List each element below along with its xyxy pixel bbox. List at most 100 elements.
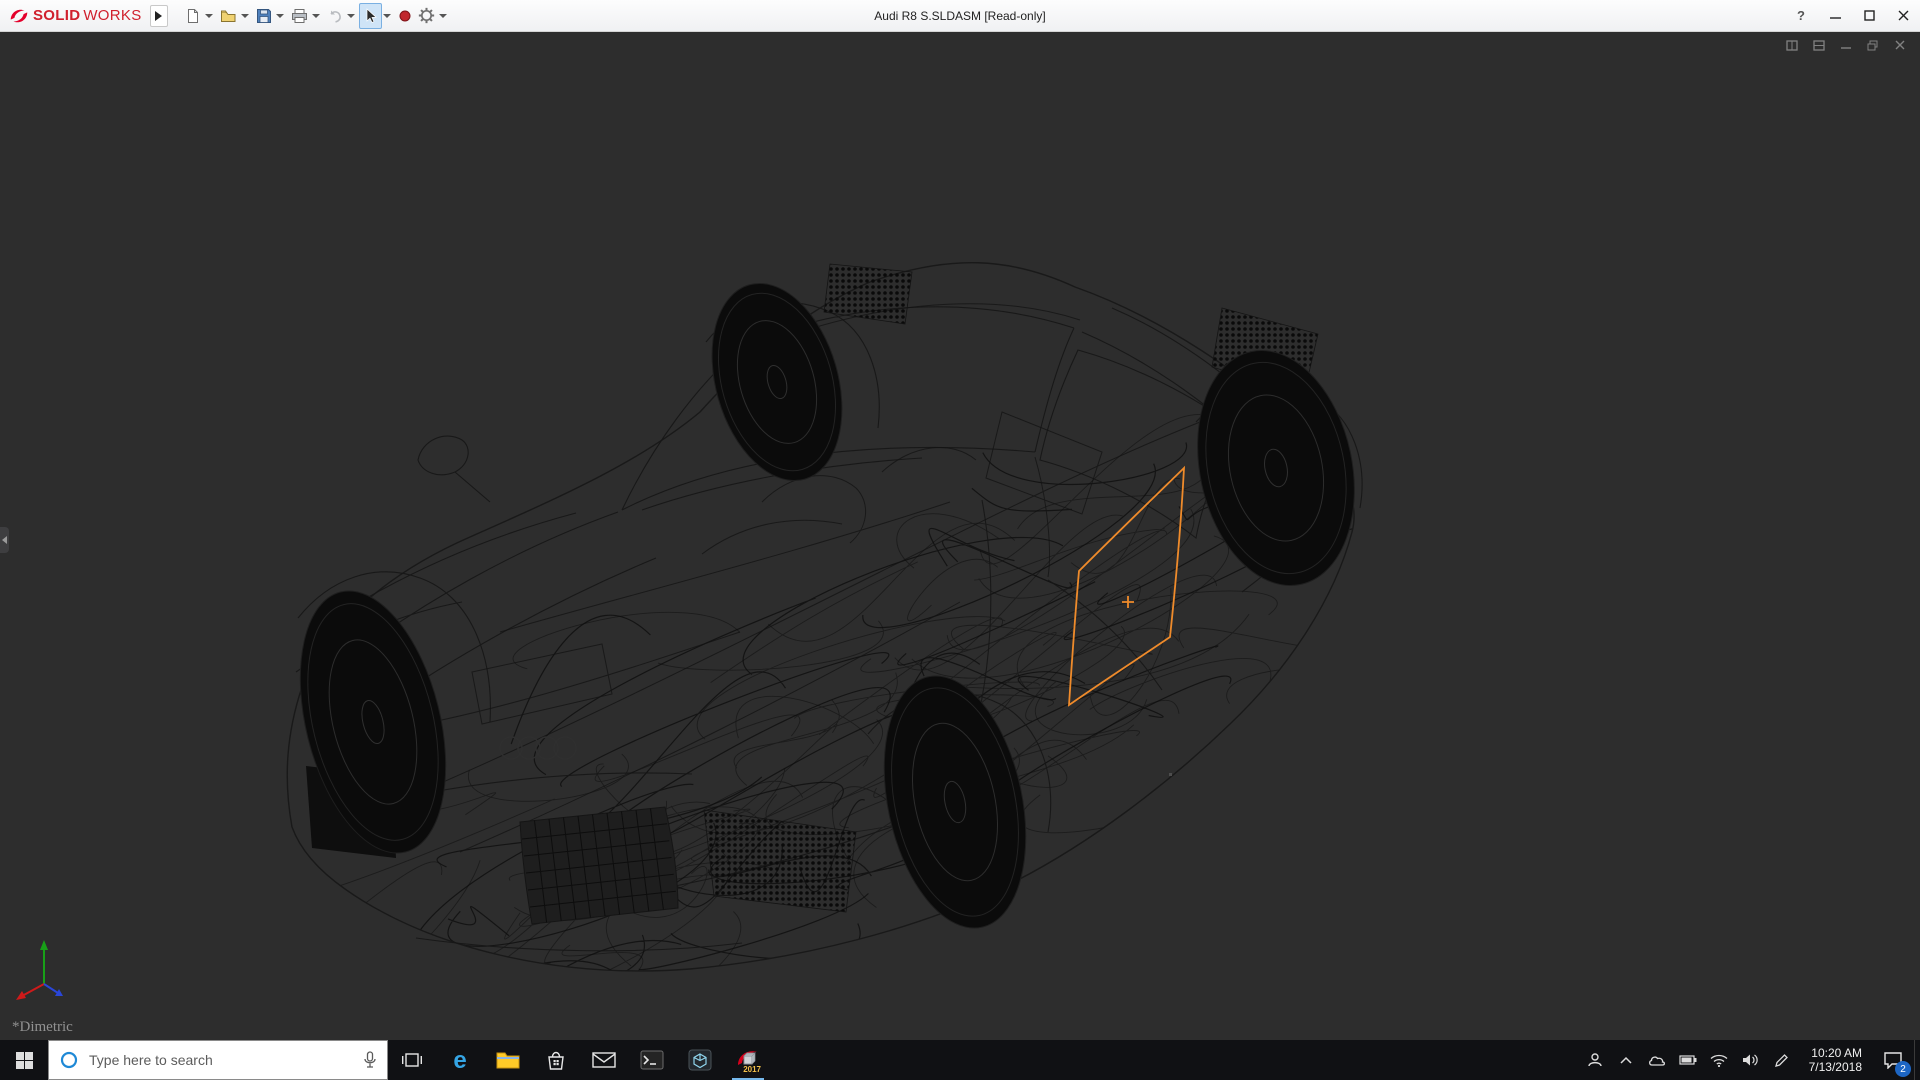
solidworks-icon: 2017 xyxy=(734,1047,762,1073)
doc-restore-icon xyxy=(1867,40,1879,51)
taskbar: e xyxy=(0,1040,1920,1080)
action-center-button[interactable]: 2 xyxy=(1872,1040,1914,1080)
chevron-up-icon xyxy=(1620,1056,1632,1064)
battery-button[interactable] xyxy=(1675,1040,1702,1080)
help-button[interactable]: ? xyxy=(1784,0,1818,32)
viewport-pane-button[interactable] xyxy=(1809,37,1829,53)
maximize-icon xyxy=(1864,10,1875,21)
doc-minimize-icon xyxy=(1841,40,1852,51)
wifi-button[interactable] xyxy=(1706,1040,1733,1080)
stray-vertex-point xyxy=(1169,773,1172,776)
show-desktop-button[interactable] xyxy=(1914,1040,1920,1080)
options-button[interactable] xyxy=(415,3,438,29)
open-folder-icon xyxy=(220,8,237,24)
solidworks-logo-icon xyxy=(8,5,30,27)
brand-works: WORKS xyxy=(83,7,141,24)
view-orientation-label: *Dimetric xyxy=(12,1019,73,1036)
taskbar-file-explorer-button[interactable] xyxy=(484,1040,532,1080)
mail-icon xyxy=(592,1051,616,1069)
system-tray xyxy=(1582,1040,1799,1080)
brand-solid: SOLID xyxy=(33,7,80,24)
options-dropdown-caret[interactable] xyxy=(439,14,447,18)
solidworks-year-label: 2017 xyxy=(743,1065,761,1073)
wireframe-car-model xyxy=(0,32,1920,1040)
open-button[interactable] xyxy=(217,3,240,29)
taskbar-command-prompt-button[interactable] xyxy=(628,1040,676,1080)
graphics-viewport[interactable]: *Dimetric xyxy=(0,32,1920,1040)
doc-minimize-button[interactable] xyxy=(1836,37,1856,53)
taskbar-store-button[interactable] xyxy=(532,1040,580,1080)
undo-button[interactable] xyxy=(324,3,346,29)
wheel-rear-right xyxy=(1177,336,1375,600)
select-arrow-icon xyxy=(363,8,378,24)
minimize-button[interactable] xyxy=(1818,0,1852,32)
record-red-icon xyxy=(398,9,412,23)
microphone-icon[interactable] xyxy=(363,1051,377,1069)
volume-icon xyxy=(1742,1053,1758,1067)
edge-icon: e xyxy=(447,1047,473,1073)
cortana-icon xyxy=(59,1050,79,1070)
y-axis-arrow-icon xyxy=(40,940,48,950)
wheel-front-left xyxy=(276,576,471,868)
notification-badge: 2 xyxy=(1895,1061,1911,1077)
viewport-pane-icon xyxy=(1813,40,1825,51)
undo-dropdown-caret[interactable] xyxy=(347,14,355,18)
print-icon xyxy=(291,8,308,24)
close-button[interactable] xyxy=(1886,0,1920,32)
task-view-button[interactable] xyxy=(388,1040,436,1080)
close-icon xyxy=(1898,10,1909,21)
taskbar-dark-cube-app-button[interactable] xyxy=(676,1040,724,1080)
clock-date: 7/13/2018 xyxy=(1809,1060,1862,1074)
x-axis-arrow-icon xyxy=(16,991,26,1000)
select-dropdown-caret[interactable] xyxy=(383,14,391,18)
command-prompt-icon xyxy=(640,1050,664,1070)
window-controls: ? xyxy=(1784,0,1920,32)
print-button[interactable] xyxy=(288,3,311,29)
file-explorer-icon xyxy=(496,1050,520,1070)
taskbar-mail-button[interactable] xyxy=(580,1040,628,1080)
front-intake-mesh xyxy=(704,810,856,912)
viewport-split-button[interactable] xyxy=(1782,37,1802,53)
minimize-icon xyxy=(1830,10,1841,21)
svg-text:e: e xyxy=(453,1047,466,1073)
toolbar xyxy=(182,3,451,29)
open-dropdown-caret[interactable] xyxy=(241,14,249,18)
taskbar-clock[interactable]: 10:20 AM 7/13/2018 xyxy=(1799,1040,1872,1080)
wifi-icon xyxy=(1710,1054,1728,1067)
save-icon xyxy=(256,8,272,24)
volume-button[interactable] xyxy=(1737,1040,1764,1080)
select-tool-button[interactable] xyxy=(359,3,382,29)
people-icon xyxy=(1587,1052,1603,1068)
cloud-icon xyxy=(1648,1054,1666,1066)
onedrive-button[interactable] xyxy=(1644,1040,1671,1080)
taskbar-solidworks-button[interactable]: 2017 xyxy=(724,1040,772,1080)
taskbar-spacer xyxy=(772,1040,1582,1080)
taskbar-edge-button[interactable]: e xyxy=(436,1040,484,1080)
menu-flyout-button[interactable] xyxy=(150,5,168,27)
start-button[interactable] xyxy=(0,1040,48,1080)
new-document-button[interactable] xyxy=(182,3,204,29)
pen-button[interactable] xyxy=(1768,1040,1795,1080)
save-dropdown-caret[interactable] xyxy=(276,14,284,18)
save-button[interactable] xyxy=(253,3,275,29)
record-button[interactable] xyxy=(395,3,415,29)
show-hidden-icons-button[interactable] xyxy=(1613,1040,1640,1080)
search-input[interactable] xyxy=(89,1052,353,1068)
new-dropdown-caret[interactable] xyxy=(205,14,213,18)
people-button[interactable] xyxy=(1582,1040,1609,1080)
doc-close-button[interactable] xyxy=(1890,37,1910,53)
pen-icon xyxy=(1774,1053,1789,1068)
document-window-controls xyxy=(1782,37,1910,53)
coordinate-triad xyxy=(12,932,84,1012)
dark-cube-app-icon xyxy=(688,1049,712,1071)
help-icon: ? xyxy=(1797,8,1805,23)
print-dropdown-caret[interactable] xyxy=(312,14,320,18)
doc-close-icon xyxy=(1895,40,1906,51)
panel-collapse-tab[interactable] xyxy=(0,527,9,553)
battery-icon xyxy=(1679,1055,1697,1065)
doc-restore-button[interactable] xyxy=(1863,37,1883,53)
search-box[interactable] xyxy=(48,1040,388,1080)
options-gear-icon xyxy=(418,7,435,24)
roof-vent-mesh xyxy=(824,264,912,324)
maximize-button[interactable] xyxy=(1852,0,1886,32)
